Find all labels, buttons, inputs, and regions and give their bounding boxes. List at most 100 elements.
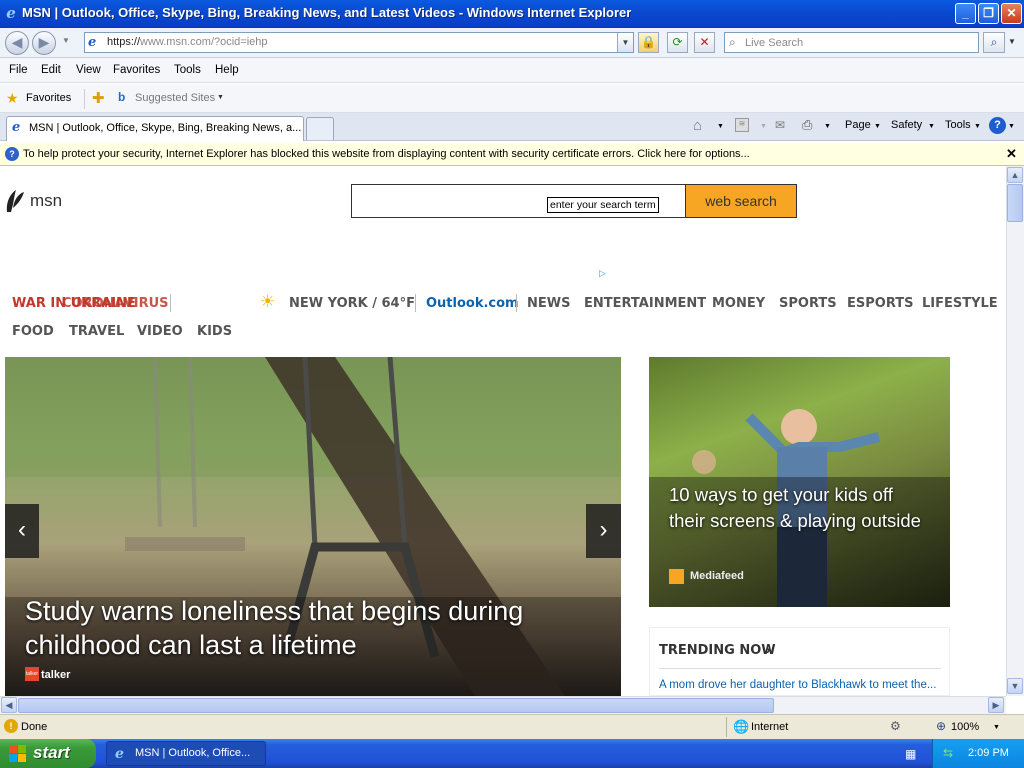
tab-favicon-icon: e	[12, 120, 21, 135]
nav-esports[interactable]: ESPORTS	[847, 296, 913, 311]
horizontal-scrollbar[interactable]: ◀ ▶	[0, 696, 1006, 714]
menu-help[interactable]: Help	[215, 64, 239, 76]
forward-button[interactable]: ▶	[32, 31, 56, 55]
horizontal-scroll-thumb[interactable]	[18, 698, 774, 713]
minimize-button[interactable]: _	[955, 3, 976, 24]
close-info-bar-icon[interactable]: ✕	[1006, 146, 1017, 162]
favorites-bar: ★ Favorites ✚ b Suggested Sites ▼	[0, 84, 1024, 113]
ad-choices-icon[interactable]: ▷	[599, 268, 606, 279]
mediafeed-logo-icon	[669, 569, 684, 584]
nav-lifestyle[interactable]: LIFESTYLE	[922, 296, 998, 311]
side-headline[interactable]: 10 ways to get your kids off their scree…	[669, 482, 929, 534]
hero-source[interactable]: talker	[41, 669, 70, 681]
safety-menu[interactable]: Safety	[891, 119, 922, 131]
close-window-button[interactable]: ✕	[1001, 3, 1022, 24]
nav-outlook[interactable]: Outlook.com	[426, 296, 519, 311]
stop-icon[interactable]: ✕	[694, 32, 715, 53]
zoom-level[interactable]: 100%	[951, 721, 979, 733]
nav-news[interactable]: NEWS	[527, 296, 570, 311]
new-tab-button[interactable]	[306, 117, 334, 140]
print-dropdown-icon[interactable]: ▼	[824, 123, 831, 130]
protected-mode-icon[interactable]: ⚙	[890, 719, 901, 733]
keyboard-tray-icon[interactable]: ▦	[905, 747, 916, 761]
nav-food[interactable]: FOOD	[12, 324, 54, 339]
carousel-prev-button[interactable]: ‹	[5, 504, 39, 558]
tab-bar: e MSN | Outlook, Office, Skype, Bing, Br…	[0, 113, 1024, 141]
trending-item[interactable]: A mom drove her daughter to Blackhawk to…	[659, 679, 936, 691]
menu-view[interactable]: View	[76, 64, 101, 76]
address-bar[interactable]: e https://www.msn.com/?ocid=iehp ▼	[84, 32, 634, 53]
address-dropdown-icon[interactable]: ▼	[617, 33, 633, 52]
scroll-up-icon[interactable]: ▲	[1007, 167, 1023, 183]
recent-pages-dropdown-icon[interactable]: ▼	[62, 36, 70, 45]
favorites-star-icon[interactable]: ★	[6, 90, 19, 107]
help-icon[interactable]: ?	[989, 117, 1006, 134]
web-search-button[interactable]: web search	[686, 184, 797, 218]
msn-butterfly-icon[interactable]	[4, 186, 26, 214]
lock-icon[interactable]: 🔒	[638, 32, 659, 53]
security-zone[interactable]: Internet	[751, 721, 788, 733]
tools-dropdown-icon: ▼	[974, 123, 981, 130]
windows-flag-icon	[9, 745, 27, 762]
read-mail-icon[interactable]: ✉	[775, 118, 785, 132]
suggested-dropdown-icon[interactable]: ▼	[217, 94, 224, 101]
back-button[interactable]: ◀	[5, 31, 29, 55]
page-error-icon[interactable]: !	[4, 719, 18, 733]
search-options-dropdown-icon[interactable]: ▼	[1008, 37, 1016, 46]
menu-file[interactable]: File	[9, 64, 28, 76]
feeds-icon[interactable]: ≋	[735, 118, 749, 132]
menu-favorites[interactable]: Favorites	[113, 64, 160, 76]
search-input[interactable]: ⌕ Live Search	[724, 32, 979, 53]
weather-new-york[interactable]: NEW YORK / 64°F	[289, 296, 415, 311]
refresh-icon[interactable]: ⟳	[667, 32, 688, 53]
search-go-button[interactable]: ⌕	[983, 32, 1005, 53]
trending-title[interactable]: TRENDING NOW	[659, 643, 776, 658]
favorites-button[interactable]: Favorites	[26, 92, 71, 104]
page-dropdown-icon: ▼	[874, 123, 881, 130]
print-icon[interactable]: ⎙	[802, 117, 812, 133]
feeds-dropdown-icon[interactable]: ▼	[760, 123, 767, 130]
hero-headline[interactable]: Study warns loneliness that begins durin…	[25, 594, 585, 662]
vertical-scrollbar[interactable]: ▲ ▼	[1006, 166, 1024, 696]
menu-edit[interactable]: Edit	[41, 64, 61, 76]
suggested-sites-link[interactable]: Suggested Sites	[135, 92, 215, 104]
info-bar-message[interactable]: To help protect your security, Internet …	[23, 148, 750, 160]
scroll-left-icon[interactable]: ◀	[1, 697, 17, 713]
carousel-next-button[interactable]: ›	[586, 504, 621, 558]
side-source[interactable]: Mediafeed	[690, 570, 744, 582]
nav-entertainment[interactable]: ENTERTAINMENT	[584, 296, 706, 311]
nav-divider	[170, 294, 171, 312]
start-button[interactable]: start	[0, 739, 96, 768]
hero-story-card[interactable]: ‹ › Study warns loneliness that begins d…	[5, 357, 621, 696]
taskbar-item-ie[interactable]: e MSN | Outlook, Office...	[106, 741, 266, 766]
side-story-card[interactable]: 10 ways to get your kids off their scree…	[649, 357, 950, 607]
nav-video[interactable]: VIDEO	[137, 324, 183, 339]
menu-tools[interactable]: Tools	[174, 64, 201, 76]
nav-kids[interactable]: KIDS	[197, 324, 232, 339]
trending-chevron-icon[interactable]: ›	[766, 642, 770, 657]
nav-sports[interactable]: SPORTS	[779, 296, 837, 311]
vertical-scroll-thumb[interactable]	[1007, 184, 1023, 222]
tab-title: MSN | Outlook, Office, Skype, Bing, Brea…	[29, 122, 302, 134]
alert-coronavirus[interactable]: CORONAVIRUS	[62, 296, 169, 311]
page-menu[interactable]: Page	[845, 119, 871, 131]
network-tray-icon[interactable]: ⇆	[943, 746, 953, 760]
nav-divider	[516, 294, 517, 312]
window-titlebar[interactable]: e MSN | Outlook, Office, Skype, Bing, Br…	[0, 0, 1024, 28]
clock[interactable]: 2:09 PM	[968, 747, 1009, 759]
tab-msn[interactable]: e MSN | Outlook, Office, Skype, Bing, Br…	[6, 116, 304, 141]
scroll-down-icon[interactable]: ▼	[1007, 678, 1023, 694]
home-icon[interactable]: ⌂	[693, 117, 702, 134]
nav-travel[interactable]: TRAVEL	[69, 324, 124, 339]
nav-divider	[415, 294, 416, 312]
zoom-dropdown-icon[interactable]: ▼	[993, 724, 1000, 731]
msn-logo-text[interactable]: msn	[30, 191, 62, 211]
nav-money[interactable]: MONEY	[712, 296, 765, 311]
help-dropdown-icon[interactable]: ▼	[1008, 123, 1015, 130]
scroll-right-icon[interactable]: ▶	[988, 697, 1004, 713]
tools-menu[interactable]: Tools	[945, 119, 971, 131]
security-info-bar[interactable]: ? To help protect your security, Interne…	[0, 143, 1024, 166]
add-favorite-icon[interactable]: ✚	[92, 89, 105, 107]
maximize-button[interactable]: ❐	[978, 3, 999, 24]
home-dropdown-icon[interactable]: ▼	[717, 123, 724, 130]
